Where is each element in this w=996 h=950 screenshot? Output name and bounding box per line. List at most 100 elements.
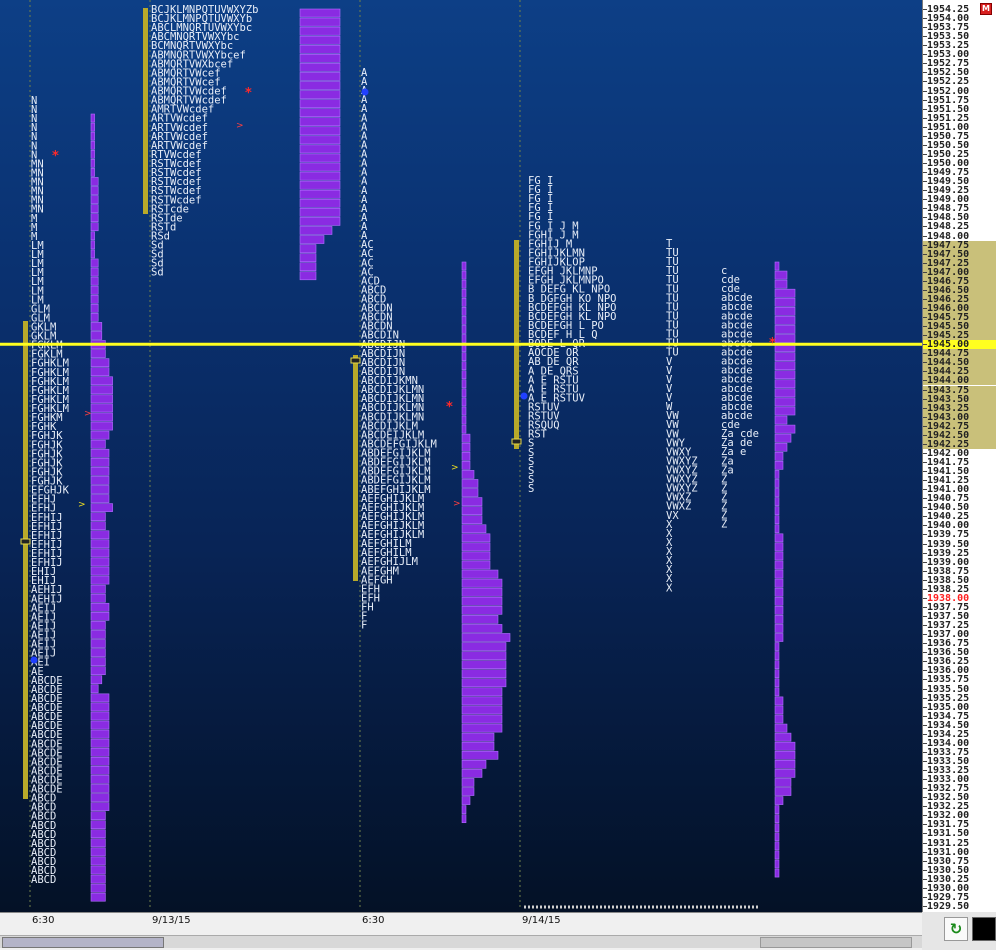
volume-bar <box>299 144 341 154</box>
tpo-row: X <box>666 582 673 594</box>
volume-bar <box>774 551 784 561</box>
volume-bar <box>461 759 487 769</box>
volume-bar <box>774 397 796 407</box>
volume-bar <box>90 702 110 712</box>
volume-bar <box>90 222 99 232</box>
arrow-icon: > <box>236 121 244 131</box>
volume-bar <box>90 720 110 730</box>
volume-bar <box>461 687 503 697</box>
volume-bar <box>774 479 780 488</box>
arrow-icon: > <box>453 499 461 509</box>
volume-bar <box>299 108 341 118</box>
volume-bar <box>90 267 99 277</box>
volume-bar <box>774 759 796 769</box>
volume-bar <box>299 226 333 235</box>
black-square-button[interactable] <box>972 917 996 941</box>
volume-bar <box>90 838 106 848</box>
volume-bar <box>90 421 113 431</box>
scroll-thumb[interactable] <box>2 937 164 948</box>
volume-bar <box>299 244 317 253</box>
arrow-icon: > <box>84 409 92 419</box>
volume-bar <box>774 433 792 443</box>
volume-bar <box>461 261 467 271</box>
volume-bar <box>774 587 784 597</box>
volume-bar <box>90 811 106 820</box>
volume-bar <box>90 303 99 313</box>
volume-bar <box>461 560 491 570</box>
volume-bar <box>90 439 106 449</box>
horizontal-scrollbar[interactable] <box>0 935 922 948</box>
volume-bar <box>774 261 780 271</box>
volume-bar <box>90 322 103 331</box>
volume-bar <box>461 270 467 280</box>
volume-bar <box>774 569 784 579</box>
volume-bar <box>299 171 341 181</box>
volume-bar <box>461 424 467 434</box>
volume-bar <box>461 406 467 416</box>
volume-bar <box>774 424 796 434</box>
market-profile-chart[interactable]: N N N N N N N MN MN MN MN MN MN M M M LM LM LM LM LM LM LM GLM G… <box>0 0 923 912</box>
volume-bar <box>774 488 780 497</box>
volume-bar <box>90 276 99 286</box>
volume-bar <box>461 633 511 642</box>
tpo-row: F <box>361 620 367 632</box>
volume-bar <box>90 856 106 866</box>
volume-bar <box>461 624 503 633</box>
volume-bar <box>299 198 341 208</box>
volume-bar <box>774 442 788 452</box>
volume-bar <box>461 787 475 796</box>
volume-bar <box>461 569 499 579</box>
volume-bar <box>90 766 110 775</box>
volume-bar <box>90 630 106 639</box>
volume-bar <box>90 820 106 830</box>
volume-bar <box>461 605 503 615</box>
volume-bar <box>774 769 796 778</box>
poc-marker <box>511 438 522 445</box>
volume-bar <box>774 605 784 615</box>
volume-bar <box>461 461 471 470</box>
volume-bar <box>90 213 99 223</box>
volume-bar <box>461 442 471 452</box>
volume-bar <box>774 415 788 425</box>
volume-bar <box>774 723 788 733</box>
price-axis[interactable]: M 1954.25 1954.00 1953.75 1953.50 1953.25 195… <box>923 0 996 912</box>
volume-bar <box>90 385 113 395</box>
volume-bar <box>90 231 95 241</box>
volume-bar <box>461 778 475 787</box>
volume-bar <box>90 548 110 558</box>
volume-bar <box>90 865 106 875</box>
volume-bar <box>461 587 503 597</box>
volume-bar <box>90 294 99 304</box>
volume-bar <box>90 113 95 123</box>
volume-bar <box>90 485 110 494</box>
profile-svg: NNNNNNNMNMNMNMNMNMNMMMLMLMLMLMLMLMLMGLMG… <box>0 0 922 910</box>
volume-bar <box>774 297 796 307</box>
volume-bar <box>90 648 106 657</box>
volume-bar <box>90 204 99 213</box>
volume-bar <box>299 235 325 244</box>
volume-bar <box>461 805 467 814</box>
volume-bar <box>90 738 110 748</box>
volume-bar <box>90 593 106 603</box>
volume-bar <box>461 660 507 670</box>
volume-bar <box>90 666 106 676</box>
volume-bar <box>774 524 780 534</box>
volume-bar <box>774 696 784 706</box>
volume-bar <box>90 476 110 485</box>
volume-bar <box>90 621 106 630</box>
volume-bar <box>461 723 503 733</box>
volume-bar <box>774 288 796 298</box>
volume-bar <box>461 370 467 380</box>
volume-bar <box>299 72 341 81</box>
refresh-icon[interactable]: ↻ <box>944 917 968 941</box>
volume-bar <box>461 669 507 679</box>
scroll-track-right[interactable] <box>760 937 912 948</box>
session-date-label: 6:30 <box>32 915 55 926</box>
price-tick: 1929.50 <box>923 901 996 911</box>
arrow-icon: > <box>78 500 86 510</box>
volume-bar <box>461 750 499 760</box>
volume-bar <box>461 741 495 751</box>
volume-bar <box>299 8 341 18</box>
arrow-icon: > <box>451 463 459 473</box>
volume-bar <box>774 615 784 624</box>
